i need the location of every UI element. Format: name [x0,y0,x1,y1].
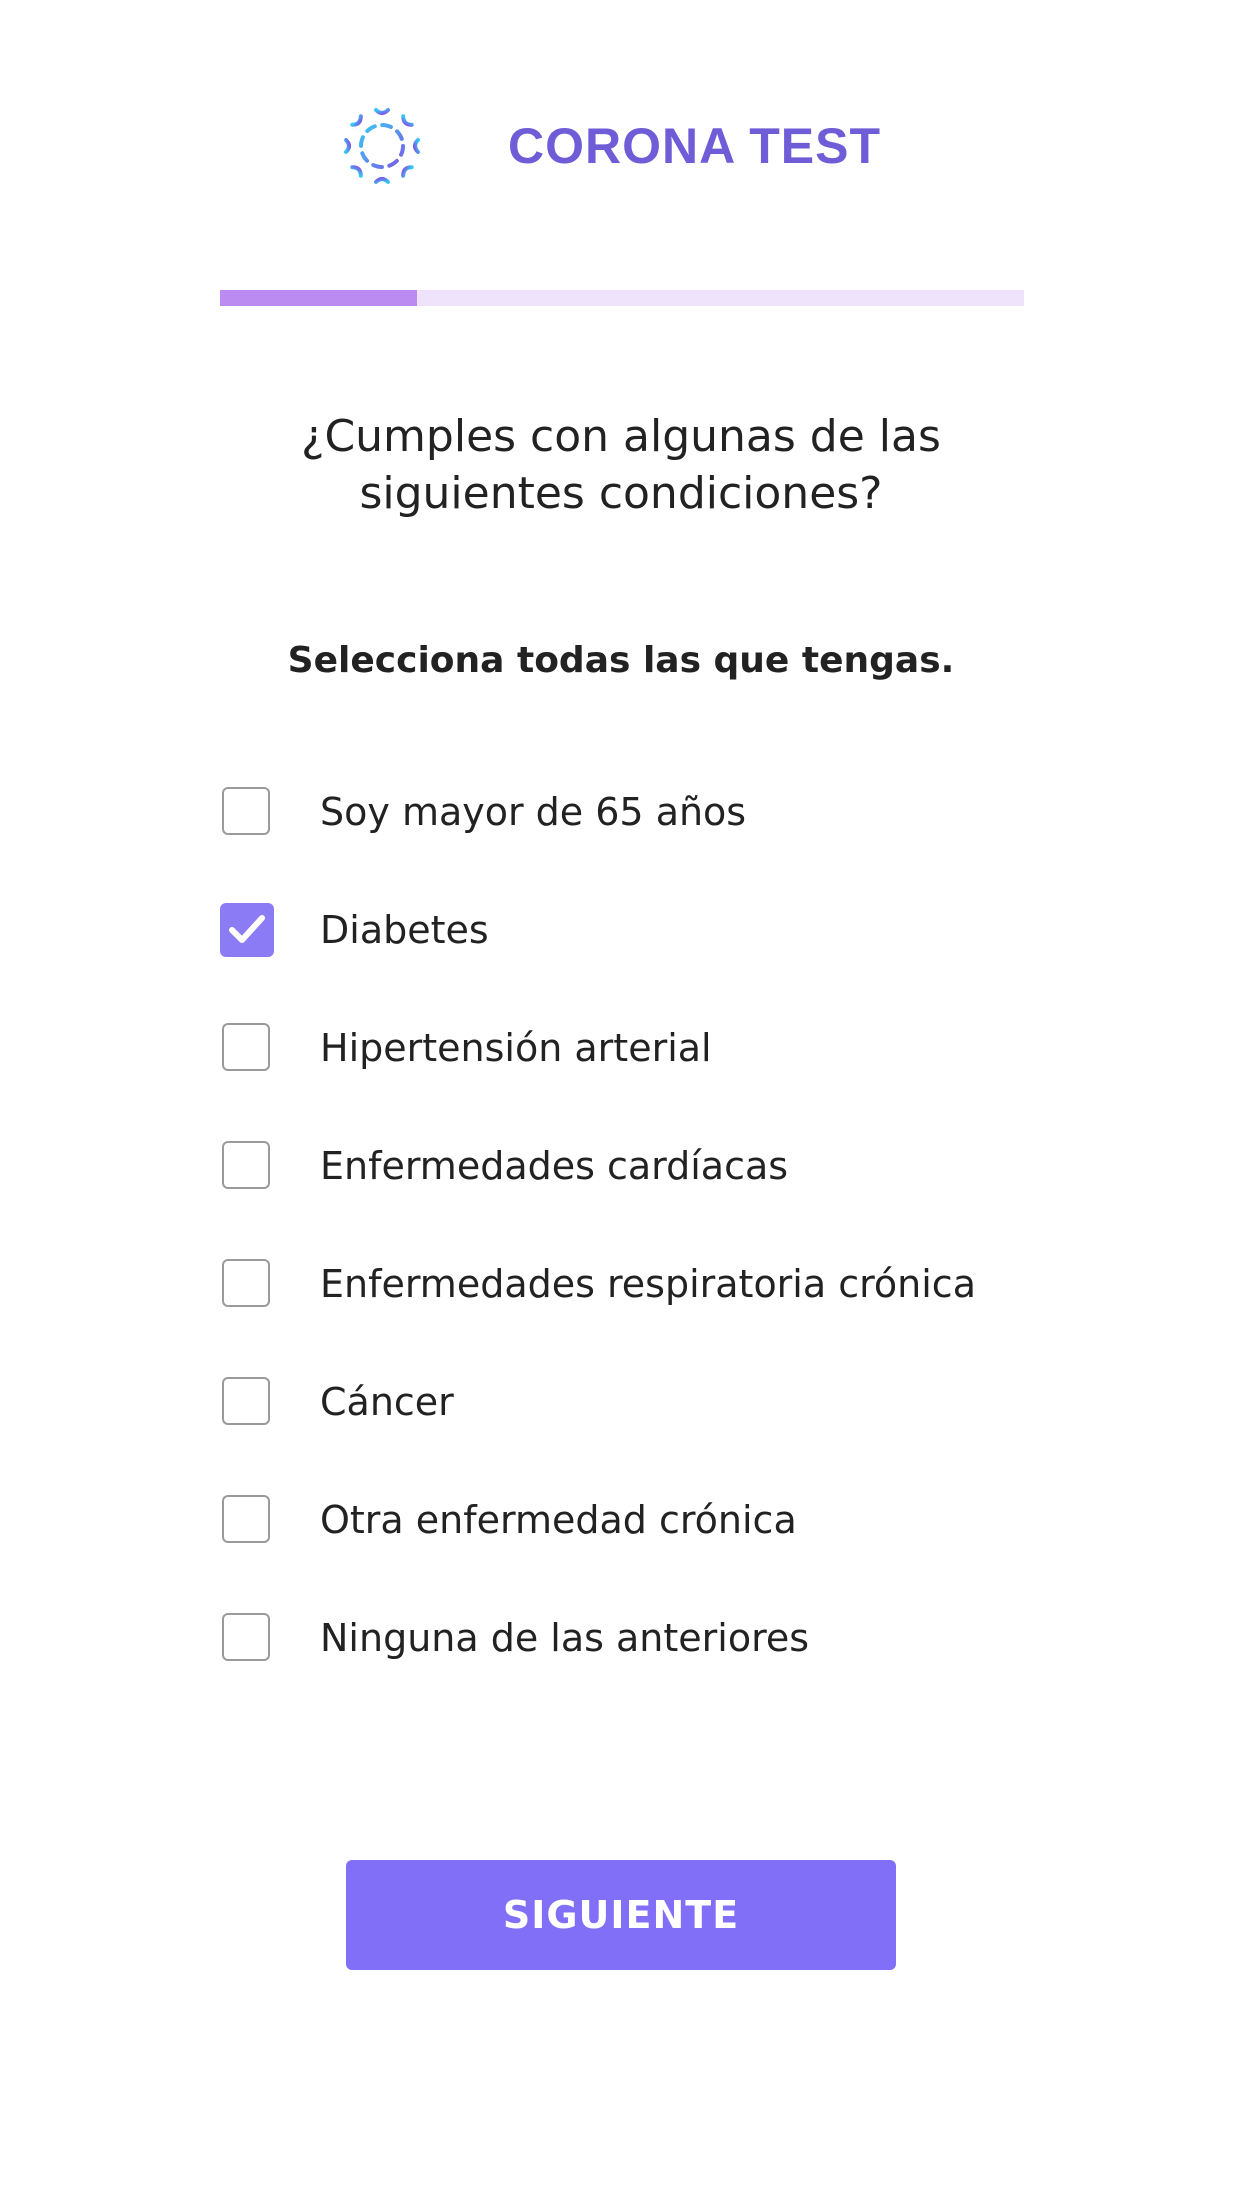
option-item[interactable]: Soy mayor de 65 años [220,784,1040,902]
option-label: Enfermedades respiratoria crónica [320,1262,976,1306]
app-title: CORONA TEST [508,118,882,174]
checkbox[interactable] [222,1377,270,1425]
option-label: Ninguna de las anteriores [320,1616,810,1660]
option-item[interactable]: Enfermedades respiratoria crónica [220,1256,1040,1374]
option-item[interactable]: Diabetes [220,902,1040,1020]
question-title: ¿Cumples con algunas de las siguientes c… [301,411,941,519]
option-item[interactable]: Hipertensión arterial [220,1020,1040,1138]
options-list: Soy mayor de 65 años Diabetes Hipertensi… [220,784,1040,1728]
progress-bar [220,290,1024,306]
checkbox[interactable] [222,1613,270,1661]
option-label: Soy mayor de 65 años [320,790,747,834]
question-hint: Selecciona todas las que tengas. [287,640,955,681]
checkbox[interactable] [220,903,274,957]
checkmark-icon [229,915,265,943]
checkbox[interactable] [222,1259,270,1307]
next-button[interactable]: SIGUIENTE [346,1860,896,1970]
option-label: Diabetes [320,908,489,952]
option-item[interactable]: Ninguna de las anteriores [220,1610,1040,1728]
checkbox[interactable] [222,1023,270,1071]
checkbox[interactable] [222,1495,270,1543]
option-label: Enfermedades cardíacas [320,1144,789,1188]
app-header: CORONA TEST [0,100,1242,200]
checkbox[interactable] [222,1141,270,1189]
option-item[interactable]: Cáncer [220,1374,1040,1492]
option-item[interactable]: Enfermedades cardíacas [220,1138,1040,1256]
option-label: Hipertensión arterial [320,1026,712,1070]
checkbox[interactable] [222,787,270,835]
progress-bar-fill [220,290,417,306]
option-label: Otra enfermedad crónica [320,1498,797,1542]
option-item[interactable]: Otra enfermedad crónica [220,1492,1040,1610]
virus-cell-icon [344,108,420,184]
option-label: Cáncer [320,1380,454,1424]
